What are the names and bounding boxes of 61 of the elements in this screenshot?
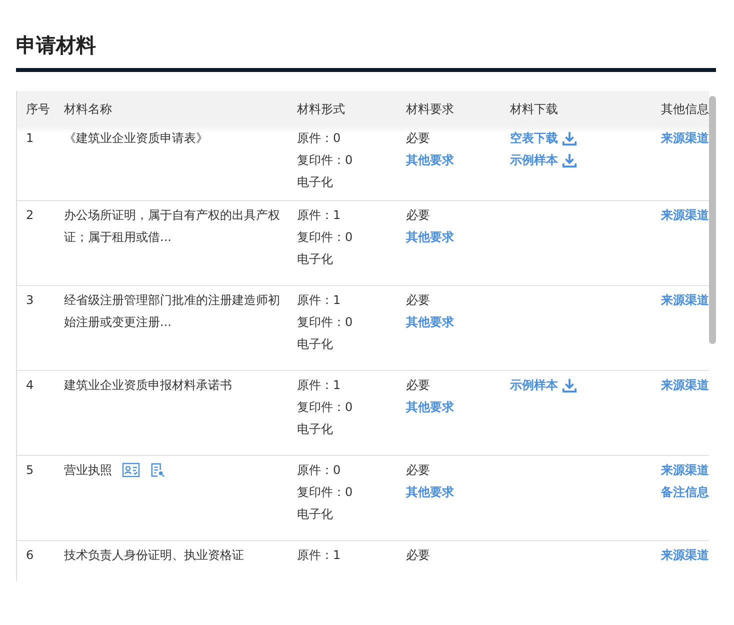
info-link[interactable]: 来源渠道 [661,374,709,396]
table-cell-text: 经省级注册管理部门批准的注册建造师初始注册或变更注册... [64,292,281,331]
column-header: 材料名称 [64,102,112,116]
download-icon [562,378,577,392]
download-link[interactable]: 空表下载 [510,127,577,149]
table-cell-text: 办公场所证明，属于自有产权的出具产权证；属于租用或借... [64,207,281,246]
table-cell-text: 原件：1 [297,547,341,564]
table-cell-text: 原件：1 [297,292,341,309]
info-link[interactable]: 来源渠道 [661,459,709,481]
id-card-icon[interactable] [122,462,140,478]
column-header: 其他信息 [661,102,709,116]
table-cell-text: 原件：0 [297,462,341,479]
table-cell-text: 复印件：0 [297,229,353,246]
table-cell-text: 必要 [406,130,430,147]
table-cell: 5 [26,463,34,477]
other-requirements-link[interactable]: 其他要求 [406,311,454,333]
other-requirements-link[interactable]: 其他要求 [406,226,454,248]
download-link[interactable]: 示例样本 [510,149,577,171]
table-cell-text: 电子化 [297,421,333,438]
other-requirements-link[interactable]: 其他要求 [406,149,454,171]
table-cell-text: 营业执照 [64,462,112,479]
table-cell-text: 电子化 [297,251,333,268]
table-cell-text: 必要 [406,292,430,309]
table-cell: 3 [26,293,34,307]
info-link[interactable]: 来源渠道 [661,544,709,566]
info-link[interactable]: 来源渠道 [661,289,709,311]
table-cell-text: 复印件：0 [297,152,353,169]
table-cell-text: 必要 [406,207,430,224]
table-cell-text: 电子化 [297,506,333,523]
column-header: 序号 [26,102,50,116]
column-header: 材料下载 [510,102,558,116]
table-cell: 4 [26,378,34,392]
table-cell-text: 复印件：0 [297,399,353,416]
column-header: 材料要求 [406,102,454,116]
table-cell-text: 原件：1 [297,207,341,224]
table-cell-text: 原件：1 [297,377,341,394]
download-icon [562,130,577,146]
other-requirements-link[interactable]: 其他要求 [406,396,454,418]
info-link[interactable]: 备注信息 [661,481,709,503]
table-cell: 1 [26,131,34,145]
document-icon[interactable] [150,462,165,478]
table-cell-text: 《建筑业企业资质申请表》 [64,130,208,147]
info-link[interactable]: 来源渠道 [661,127,709,149]
table-cell-text: 技术负责人身份证明、执业资格证 [64,547,244,564]
table-cell-text: 必要 [406,462,430,479]
table-cell-text: 必要 [406,377,430,394]
table-cell-text: 原件：0 [297,130,341,147]
table-cell-text: 必要 [406,547,430,564]
table-cell: 2 [26,208,34,222]
other-requirements-link[interactable]: 其他要求 [406,481,454,503]
table-cell: 6 [26,548,34,562]
table-cell-text: 电子化 [297,336,333,353]
table-cell-text: 建筑业企业资质申报材料承诺书 [64,377,232,394]
table-cell-text: 复印件：0 [297,484,353,501]
info-link[interactable]: 来源渠道 [661,204,709,226]
table-cell-text: 电子化 [297,174,333,191]
section-title: 申请材料 [16,32,96,58]
download-link[interactable]: 示例样本 [510,374,577,396]
table-cell-text: 复印件：0 [297,314,353,331]
column-header: 材料形式 [297,102,345,116]
download-icon [562,152,577,168]
